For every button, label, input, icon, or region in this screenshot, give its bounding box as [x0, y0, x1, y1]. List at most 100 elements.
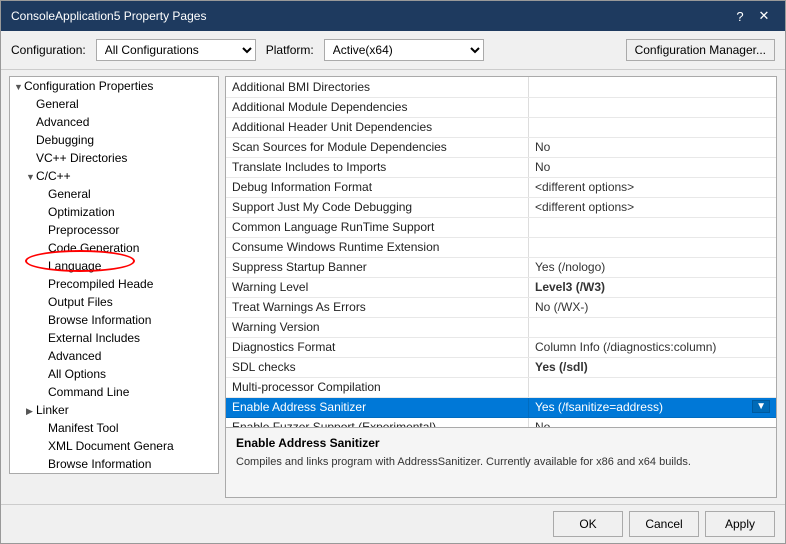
properties-grid: Additional BMI DirectoriesAdditional Mod…	[226, 77, 776, 427]
tree-item-cpp-adv[interactable]: Advanced	[10, 347, 218, 365]
property-name: Warning Level	[226, 277, 529, 297]
table-row[interactable]: Warning Version	[226, 317, 776, 337]
tree-item-label: Language	[48, 259, 101, 273]
tree-item-vc-dirs[interactable]: VC++ Directories	[10, 149, 218, 167]
property-name: Multi-processor Compilation	[226, 377, 529, 397]
tree-item-cpp-out[interactable]: Output Files	[10, 293, 218, 311]
main-content: ▼Configuration PropertiesGeneralAdvanced…	[1, 70, 785, 504]
property-value	[529, 217, 777, 237]
tree-item-cpp[interactable]: ▼C/C++	[10, 167, 218, 185]
table-row[interactable]: Multi-processor Compilation	[226, 377, 776, 397]
table-row[interactable]: Debug Information Format<different optio…	[226, 177, 776, 197]
property-value	[529, 117, 777, 137]
table-row[interactable]: Diagnostics FormatColumn Info (/diagnost…	[226, 337, 776, 357]
tree-wrapper: ▼Configuration PropertiesGeneralAdvanced…	[9, 76, 219, 498]
tree-item-cpp-ext[interactable]: External Includes	[10, 329, 218, 347]
tree-item-cpp-opt[interactable]: Optimization	[10, 203, 218, 221]
table-row[interactable]: Additional Module Dependencies	[226, 97, 776, 117]
table-row[interactable]: Enable Fuzzer Support (Experimental)No	[226, 417, 776, 427]
title-bar: ConsoleApplication5 Property Pages ? ✕	[1, 1, 785, 31]
configuration-select[interactable]: All Configurations	[96, 39, 256, 61]
properties-table: Additional BMI DirectoriesAdditional Mod…	[226, 77, 776, 427]
cancel-button[interactable]: Cancel	[629, 511, 699, 537]
tree-item-cpp-pre[interactable]: Preprocessor	[10, 221, 218, 239]
property-value: Yes (/sdl)	[529, 357, 777, 377]
table-row[interactable]: SDL checksYes (/sdl)	[226, 357, 776, 377]
tree-item-label: General	[48, 187, 91, 201]
property-value: Yes (/nologo)	[529, 257, 777, 277]
tree-caret: ▼	[26, 172, 36, 182]
tree-item-debugging[interactable]: Debugging	[10, 131, 218, 149]
property-value	[529, 317, 777, 337]
tree-item-label: Linker	[36, 403, 69, 417]
property-name: SDL checks	[226, 357, 529, 377]
property-value: No	[529, 137, 777, 157]
help-button[interactable]: ?	[729, 6, 751, 26]
property-name: Warning Version	[226, 317, 529, 337]
property-name: Debug Information Format	[226, 177, 529, 197]
title-bar-buttons: ? ✕	[729, 6, 775, 26]
tree-item-cpp-lang[interactable]: Language	[10, 257, 218, 275]
tree-item-label: Debugging	[36, 133, 94, 147]
property-value: No (/WX-)	[529, 297, 777, 317]
config-bar: Configuration: All Configurations Platfo…	[1, 31, 785, 70]
description-title: Enable Address Sanitizer	[236, 436, 766, 450]
platform-select[interactable]: Active(x64)	[324, 39, 484, 61]
tree-caret: ▶	[26, 406, 36, 417]
property-name: Enable Fuzzer Support (Experimental)	[226, 417, 529, 427]
apply-button[interactable]: Apply	[705, 511, 775, 537]
description-text: Compiles and links program with AddressS…	[236, 454, 766, 471]
tree-panel: ▼Configuration PropertiesGeneralAdvanced…	[9, 76, 219, 474]
property-name: Additional Header Unit Dependencies	[226, 117, 529, 137]
tree-item-label: VC++ Directories	[36, 151, 127, 165]
tree-item-label: XML Document Genera	[48, 439, 174, 453]
tree-item-cpp-cmd[interactable]: Command Line	[10, 383, 218, 401]
property-name: Enable Address Sanitizer	[226, 397, 529, 417]
table-row[interactable]: Additional Header Unit Dependencies	[226, 117, 776, 137]
footer-bar: OK Cancel Apply	[1, 504, 785, 543]
property-dropdown-arrow[interactable]: ▼	[752, 400, 770, 413]
property-name: Suppress Startup Banner	[226, 257, 529, 277]
tree-item-label: Configuration Properties	[24, 79, 153, 93]
table-row[interactable]: Suppress Startup BannerYes (/nologo)	[226, 257, 776, 277]
tree-item-config-props[interactable]: ▼Configuration Properties	[10, 77, 218, 95]
property-value: <different options>	[529, 197, 777, 217]
tree-item-label: Browse Information	[48, 313, 151, 327]
tree-item-browse-info[interactable]: Browse Information	[10, 455, 218, 473]
table-row[interactable]: Common Language RunTime Support	[226, 217, 776, 237]
tree-item-label: Command Line	[48, 385, 129, 399]
tree-item-general[interactable]: General	[10, 95, 218, 113]
table-row[interactable]: Additional BMI Directories	[226, 77, 776, 97]
tree-item-cpp-code[interactable]: Code Generation	[10, 239, 218, 257]
table-row[interactable]: Treat Warnings As ErrorsNo (/WX-)	[226, 297, 776, 317]
property-value	[529, 377, 777, 397]
tree-item-cpp-allopt[interactable]: All Options	[10, 365, 218, 383]
tree-item-advanced[interactable]: Advanced	[10, 113, 218, 131]
property-name: Scan Sources for Module Dependencies	[226, 137, 529, 157]
table-row[interactable]: Enable Address SanitizerYes (/fsanitize=…	[226, 397, 776, 417]
tree-item-cpp-browse[interactable]: Browse Information	[10, 311, 218, 329]
tree-caret: ▼	[14, 82, 24, 92]
table-row[interactable]: Translate Includes to ImportsNo	[226, 157, 776, 177]
property-name: Additional Module Dependencies	[226, 97, 529, 117]
table-row[interactable]: Scan Sources for Module DependenciesNo	[226, 137, 776, 157]
table-row[interactable]: Consume Windows Runtime Extension	[226, 237, 776, 257]
tree-item-label: All Options	[48, 367, 106, 381]
tree-item-manifest[interactable]: Manifest Tool	[10, 419, 218, 437]
close-button[interactable]: ✕	[753, 6, 775, 26]
tree-item-label: Manifest Tool	[48, 421, 118, 435]
config-manager-button[interactable]: Configuration Manager...	[626, 39, 775, 61]
tree-item-cpp-general[interactable]: General	[10, 185, 218, 203]
ok-button[interactable]: OK	[553, 511, 623, 537]
tree-item-cpp-pch[interactable]: Precompiled Heade	[10, 275, 218, 293]
property-name: Support Just My Code Debugging	[226, 197, 529, 217]
property-value	[529, 97, 777, 117]
tree-item-xml-doc[interactable]: XML Document Genera	[10, 437, 218, 455]
table-row[interactable]: Warning LevelLevel3 (/W3)	[226, 277, 776, 297]
tree-item-linker[interactable]: ▶Linker	[10, 401, 218, 419]
tree-item-label: C/C++	[36, 169, 71, 183]
property-value[interactable]: Yes (/fsanitize=address)▼	[529, 397, 777, 417]
property-name: Translate Includes to Imports	[226, 157, 529, 177]
property-pages-window: ConsoleApplication5 Property Pages ? ✕ C…	[0, 0, 786, 544]
table-row[interactable]: Support Just My Code Debugging<different…	[226, 197, 776, 217]
